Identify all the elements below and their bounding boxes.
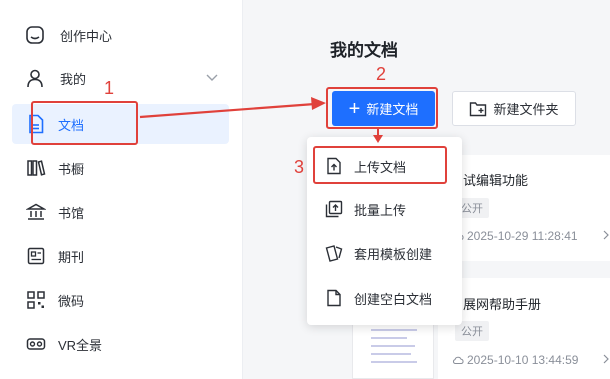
- annotation-arrows: [139, 97, 383, 143]
- arrow-step2-to-step3: [373, 129, 383, 143]
- arrow-step1-to-step2: [139, 97, 326, 119]
